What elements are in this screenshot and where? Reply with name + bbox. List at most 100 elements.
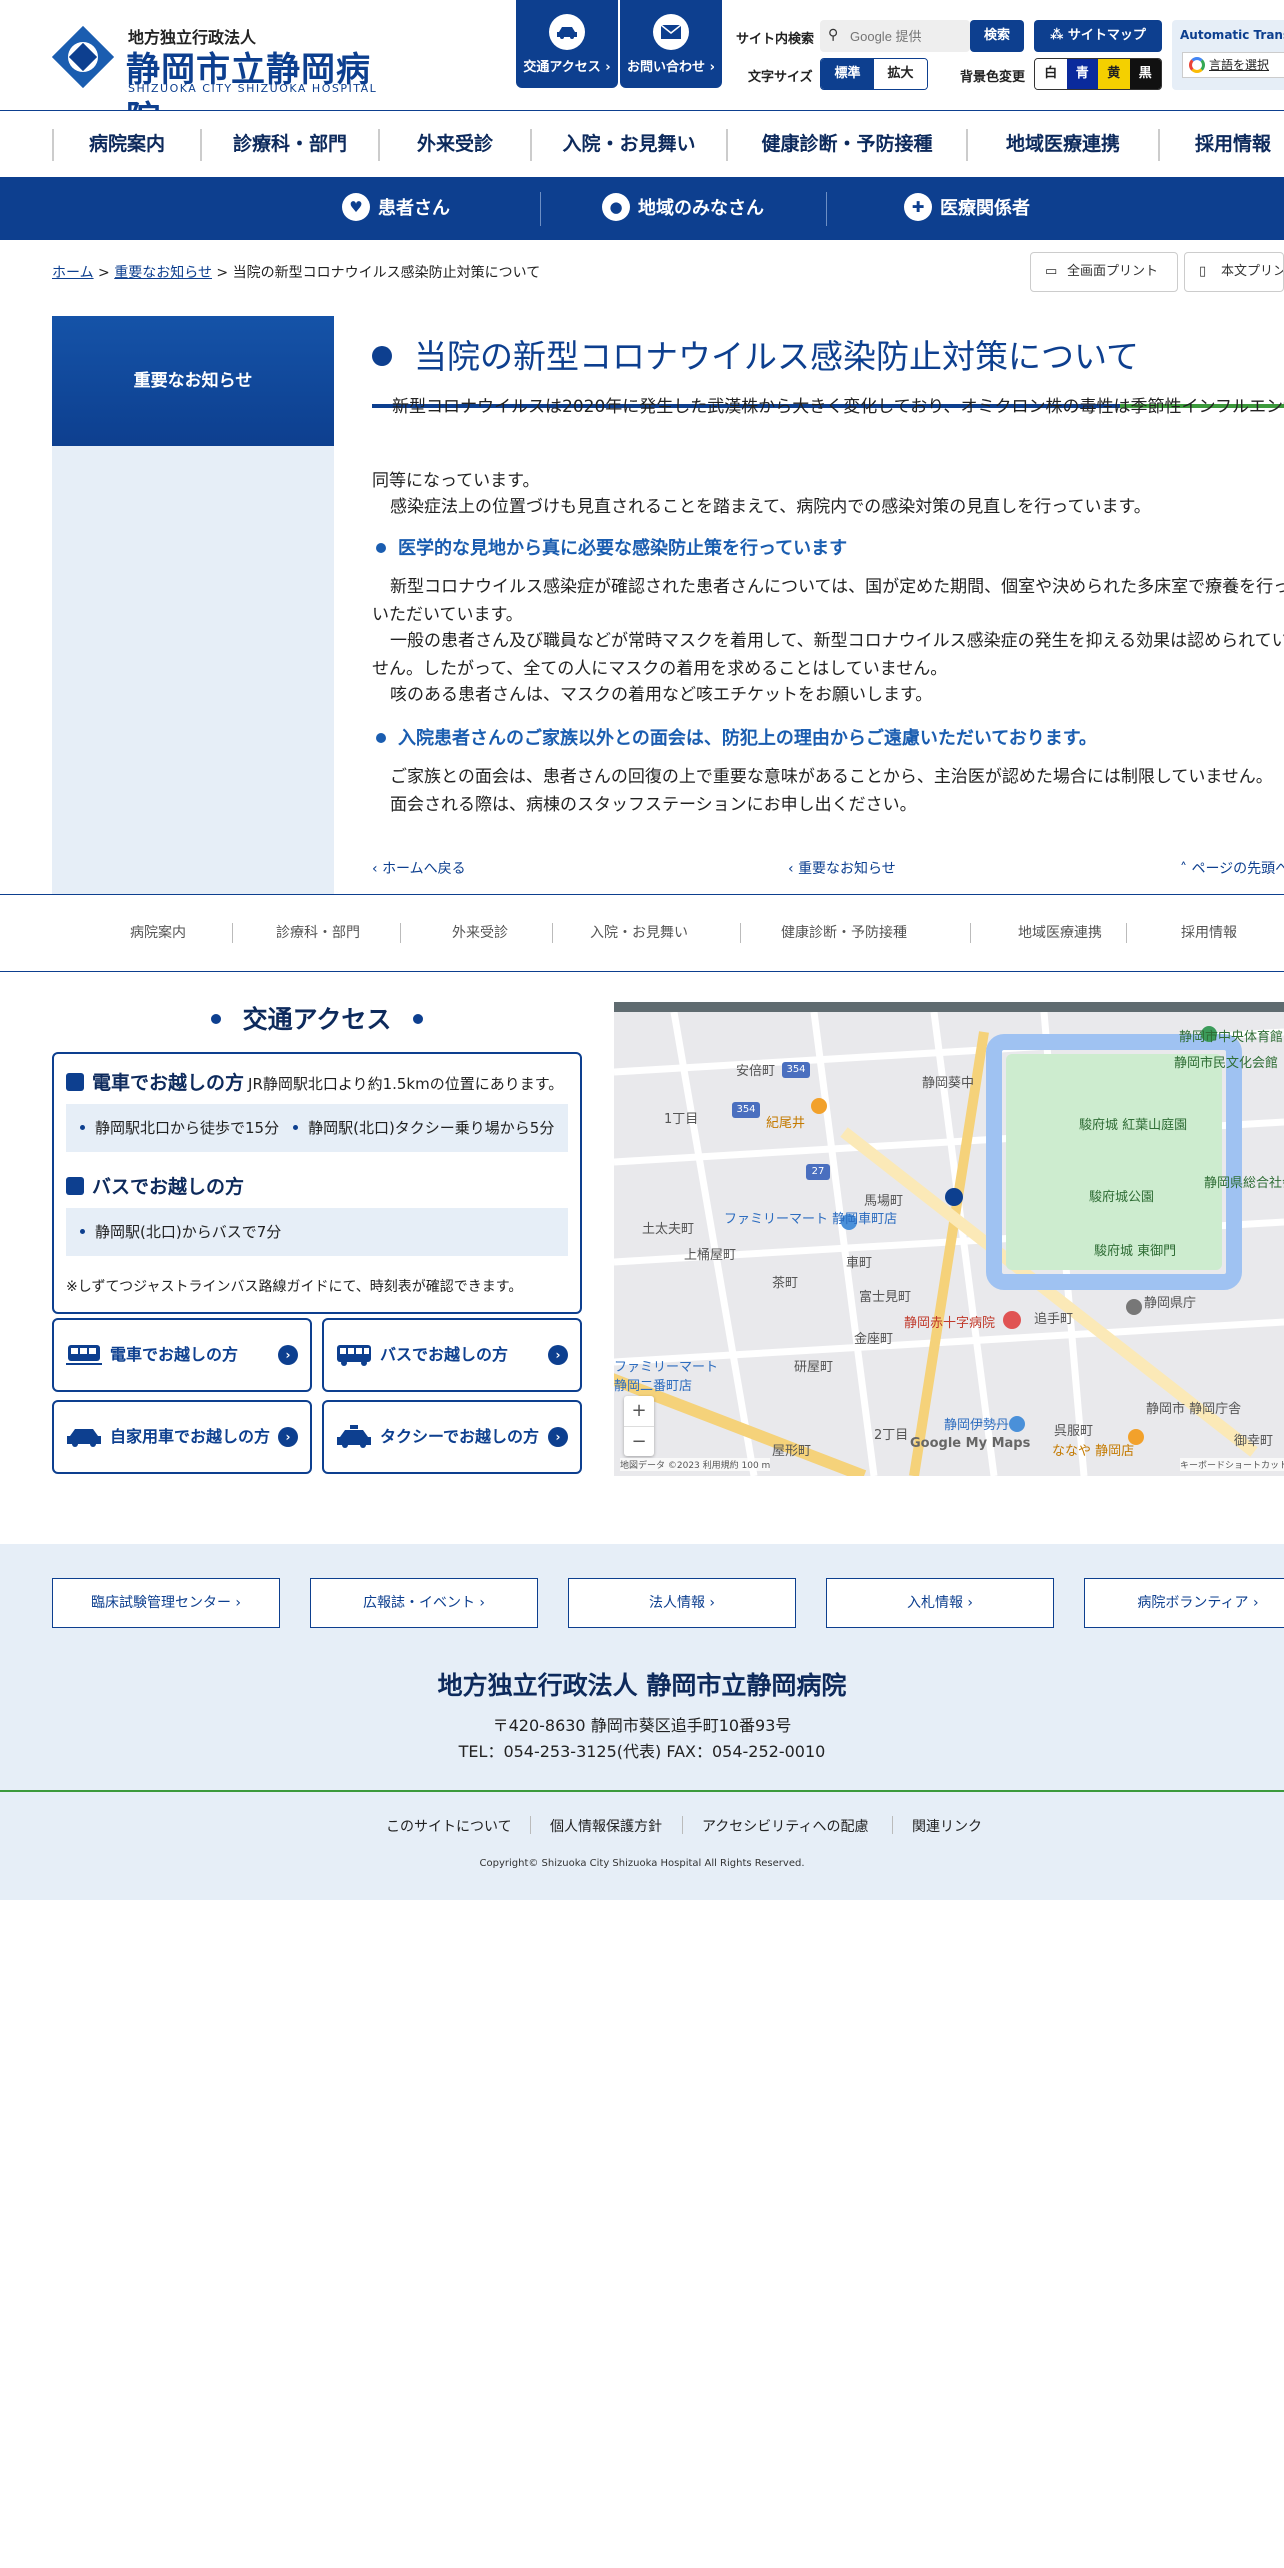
sidebar: 重要なお知らせ — [52, 316, 334, 894]
access-info-box: 電車でお越しの方 JR静岡駅北口より約1.5kmの位置にあります。 静岡駅北口から… — [52, 1052, 582, 1314]
paragraph-line: ご家族との面会は、患者さんの回復の上で重要な意味があることから、主治医が認めた場… — [390, 767, 1273, 787]
bus-access-button[interactable]: バスでお越しの方 › — [322, 1318, 582, 1392]
breadcrumb-parent[interactable]: 重要なお知らせ — [114, 265, 212, 281]
monitor-icon: ▭ — [1045, 264, 1058, 279]
link-bidding-info[interactable]: 入札情報 › — [826, 1578, 1054, 1628]
arrow-right-icon: › — [278, 1427, 298, 1447]
map-label: 茶町 — [772, 1276, 799, 1291]
bus-icon — [66, 1177, 84, 1195]
zoom-out-button[interactable]: − — [624, 1426, 654, 1456]
access-button[interactable]: 交通アクセス › — [516, 0, 618, 88]
font-size-standard[interactable]: 標準 — [821, 59, 874, 89]
map-pin-icon: ● — [602, 193, 630, 221]
search-button[interactable]: 検索 — [970, 20, 1024, 52]
footer-link-accessibility[interactable]: アクセシビリティへの配慮 — [702, 1816, 868, 1836]
footer-nav-outpatient[interactable]: 外来受診 — [410, 895, 550, 971]
back-parent-link[interactable]: ‹ 重要なお知らせ — [788, 858, 896, 878]
access-title: 交通アクセス — [52, 1000, 582, 1036]
font-size-large[interactable]: 拡大 — [874, 59, 927, 89]
hospital-logo-icon — [52, 26, 114, 88]
site-logo[interactable]: 地方独立行政法人 静岡市立静岡病院 SHIZUOKA CITY SHIZUOKA… — [52, 22, 382, 139]
footer-nav-inpatient[interactable]: 入院・お見舞い — [566, 895, 712, 971]
nav-item-outpatient[interactable]: 外来受診 — [380, 111, 530, 177]
document-icon: ▯ — [1199, 264, 1207, 279]
map-label: 追手町 — [1034, 1312, 1074, 1327]
nav-item-about[interactable]: 病院案内 — [54, 111, 200, 177]
nav-item-recruit[interactable]: 採用情報 — [1160, 111, 1284, 177]
map-label: ファミリーマート 静岡車町店 — [724, 1212, 898, 1227]
zoom-in-button[interactable]: + — [624, 1396, 654, 1426]
page-top-link[interactable]: ˄ ページの先頭へ — [1180, 858, 1284, 878]
breadcrumb-home[interactable]: ホーム — [52, 265, 94, 281]
footer-link-related[interactable]: 関連リンク — [912, 1816, 982, 1836]
footer-nav-recruit[interactable]: 採用情報 — [1144, 895, 1274, 971]
print-body-button[interactable]: ▯本文プリント — [1184, 252, 1284, 292]
bullet-icon — [80, 1124, 85, 1130]
footer-nav-checkup[interactable]: 健康診断・予防接種 — [754, 895, 934, 971]
paragraph-line: 咳のある患者さんは、マスクの着用など咳エチケットをお願いします。 — [390, 685, 933, 705]
nav-item-checkup[interactable]: 健康診断・予防接種 — [728, 111, 966, 177]
contact-button[interactable]: お問い合わせ › — [620, 0, 722, 88]
link-pr-events[interactable]: 広報誌・イベント › — [310, 1578, 538, 1628]
car-access-button[interactable]: 自家用車でお越しの方 › — [52, 1400, 312, 1474]
search-field: ⚲ — [820, 20, 970, 52]
train-icon — [66, 1073, 84, 1091]
audience-community[interactable]: ● 地域のみなさん — [602, 178, 764, 240]
map-label: 紀尾井 — [766, 1116, 806, 1131]
map-label: 静岡赤十字病院 — [904, 1316, 996, 1331]
taxi-access-button[interactable]: タクシーでお越しの方 › — [322, 1400, 582, 1474]
back-home-link[interactable]: ‹ ホームへ戻る — [372, 858, 466, 878]
map-label: 土太夫町 — [642, 1222, 695, 1237]
bg-black[interactable]: 黒 — [1129, 59, 1161, 89]
train-info-row: 静岡駅北口から徒歩で15分 静岡駅(北口)タクシー乗り場から5分 — [66, 1104, 568, 1152]
footer-nav-community[interactable]: 地域医療連携 — [980, 895, 1140, 971]
site-search-label: サイト内検索 — [736, 32, 815, 47]
car-icon — [67, 1429, 101, 1447]
audience-divider — [826, 192, 827, 226]
taxi-icon — [337, 1425, 371, 1448]
page-title: 当院の新型コロナウイルス感染防止対策について — [372, 330, 1139, 378]
audience-medical[interactable]: ✚ 医療関係者 — [904, 178, 1030, 240]
paragraph-line: 新型コロナウイルス感染症が確認された患者さんについては、国が定めた期間、個室や決… — [390, 577, 1284, 597]
link-volunteers[interactable]: 病院ボランティア › — [1084, 1578, 1284, 1628]
bg-yellow[interactable]: 黄 — [1098, 59, 1130, 89]
shopping-icon — [1009, 1416, 1025, 1432]
font-size-toggle: 標準 拡大 — [820, 58, 928, 90]
translate-widget: Automatic Translation 言語を選択 — [1172, 20, 1284, 90]
bg-blue[interactable]: 青 — [1066, 59, 1098, 89]
map-label: ななや 静岡店 — [1052, 1444, 1135, 1459]
nav-item-inpatient[interactable]: 入院・お見舞い — [532, 111, 726, 177]
link-clinical-trials[interactable]: 臨床試験管理センター › — [52, 1578, 280, 1628]
map-label: 呉服町 — [1054, 1424, 1094, 1439]
bullet-icon — [210, 1014, 221, 1024]
bg-white[interactable]: 白 — [1035, 59, 1067, 89]
footer-link-about-site[interactable]: このサイトについて — [386, 1816, 512, 1836]
footer-nav-about[interactable]: 病院案内 — [88, 895, 228, 971]
audience-bar: ♥ 患者さん ● 地域のみなさん ✚ 医療関係者 — [0, 178, 1284, 240]
sitemap-button[interactable]: ⁂ サイトマップ — [1034, 20, 1162, 52]
print-full-button[interactable]: ▭ 全画面プリント — [1030, 252, 1178, 292]
map-label: 静岡伊勢丹 — [944, 1418, 1010, 1433]
footer-link-privacy[interactable]: 個人情報保護方針 — [550, 1816, 662, 1836]
footer-nav-divider — [400, 923, 401, 943]
map-attribution[interactable]: 地図データ ©2023 利用規約 100 m — [620, 1458, 771, 1471]
nav-item-community[interactable]: 地域医療連携 — [968, 111, 1158, 177]
sidebar-heading[interactable]: 重要なお知らせ — [52, 316, 334, 446]
footer-nav-divider — [1126, 923, 1127, 943]
language-select[interactable]: 言語を選択 — [1182, 52, 1284, 78]
zoom-controls: + − — [624, 1396, 654, 1456]
map-label: 静岡葵中 — [922, 1076, 975, 1091]
map-label: 車町 — [846, 1256, 873, 1271]
map-label: 静岡市中央体育館 — [1179, 1030, 1284, 1045]
map-label: 安倍町 — [736, 1064, 776, 1079]
footer-nav-departments[interactable]: 診療科・部門 — [248, 895, 388, 971]
keyboard-shortcuts-link[interactable]: キーボードショートカット — [1180, 1458, 1284, 1471]
audience-patients[interactable]: ♥ 患者さん — [342, 178, 450, 240]
map-label: 御幸町 — [1234, 1434, 1274, 1449]
search-input[interactable] — [850, 25, 962, 47]
train-access-button[interactable]: 電車でお越しの方 › — [52, 1318, 312, 1392]
link-corporate-info[interactable]: 法人情報 › — [568, 1578, 796, 1628]
nav-item-departments[interactable]: 診療科・部門 — [202, 111, 378, 177]
access-map[interactable]: 静岡市中央体育館 静岡市民文化会館 安倍町 静岡葵中 駿府城 紅葉山庭園 紀尾井… — [614, 1002, 1284, 1476]
footer-tel: TEL：054-253-3125(代表) FAX：054-252-0010 — [458, 1742, 826, 1761]
